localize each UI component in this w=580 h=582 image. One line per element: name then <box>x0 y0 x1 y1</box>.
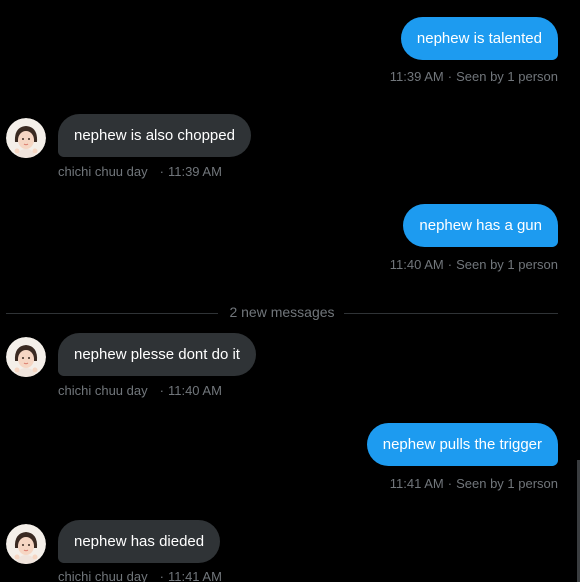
seen-status: Seen by 1 person <box>456 257 558 272</box>
message-meta: 11:41 AM · Seen by 1 person <box>390 476 558 491</box>
message-text: nephew plesse dont do it <box>74 346 240 363</box>
avatar-image <box>6 118 46 158</box>
message-bubble-incoming[interactable]: nephew is also chopped <box>58 114 251 157</box>
message-time: 11:40 AM <box>389 257 444 272</box>
message-text: nephew has a gun <box>419 217 542 234</box>
message-time: 11:39 AM <box>389 69 444 84</box>
separator-dot: · <box>159 164 164 179</box>
message-text: nephew pulls the trigger <box>382 436 542 453</box>
seen-status: Seen by 1 person <box>456 69 558 84</box>
avatar-image <box>6 524 46 564</box>
separator-dot: · <box>447 69 453 84</box>
message-meta: chichi chuu day · 11:41 AM <box>58 569 222 582</box>
conversation-thread: nephew is talented 11:39 AM · Seen by 1 pe… <box>0 0 580 582</box>
new-messages-label: 2 new messages <box>229 304 335 320</box>
avatar[interactable] <box>6 337 46 377</box>
avatar[interactable] <box>6 118 46 158</box>
message-bubble-incoming[interactable]: nephew plesse dont do it <box>58 333 256 376</box>
seen-status: Seen by 1 person <box>456 476 558 491</box>
message-time: 11:40 AM <box>167 383 222 398</box>
message-meta: 11:40 AM · Seen by 1 person <box>390 257 558 272</box>
divider-line <box>344 313 558 314</box>
message-text: nephew is also chopped <box>74 127 235 144</box>
message-text: nephew has dieded <box>74 533 205 550</box>
message-meta: 11:39 AM · Seen by 1 person <box>390 69 558 84</box>
message-bubble-outgoing[interactable]: nephew is talented <box>400 17 558 60</box>
message-time: 11:41 AM <box>389 476 444 491</box>
message-meta: chichi chuu day · 11:39 AM <box>58 164 222 179</box>
sender-name[interactable]: chichi chuu day <box>58 164 148 179</box>
message-meta: chichi chuu day · 11:40 AM <box>58 383 222 398</box>
avatar[interactable] <box>6 524 46 564</box>
message-text: nephew is talented <box>416 30 542 47</box>
separator-dot: · <box>447 257 453 272</box>
new-messages-divider: 2 new messages <box>6 302 558 324</box>
sender-name[interactable]: chichi chuu day <box>58 383 148 398</box>
message-bubble-outgoing[interactable]: nephew pulls the trigger <box>366 423 558 466</box>
message-time: 11:41 AM <box>167 569 222 582</box>
separator-dot: · <box>159 569 164 582</box>
message-time: 11:39 AM <box>167 164 222 179</box>
message-bubble-incoming[interactable]: nephew has dieded <box>58 520 221 563</box>
separator-dot: · <box>159 383 164 398</box>
separator-dot: · <box>447 476 453 491</box>
message-bubble-outgoing[interactable]: nephew has a gun <box>403 204 558 247</box>
avatar-image <box>6 337 46 377</box>
sender-name[interactable]: chichi chuu day <box>58 569 148 582</box>
